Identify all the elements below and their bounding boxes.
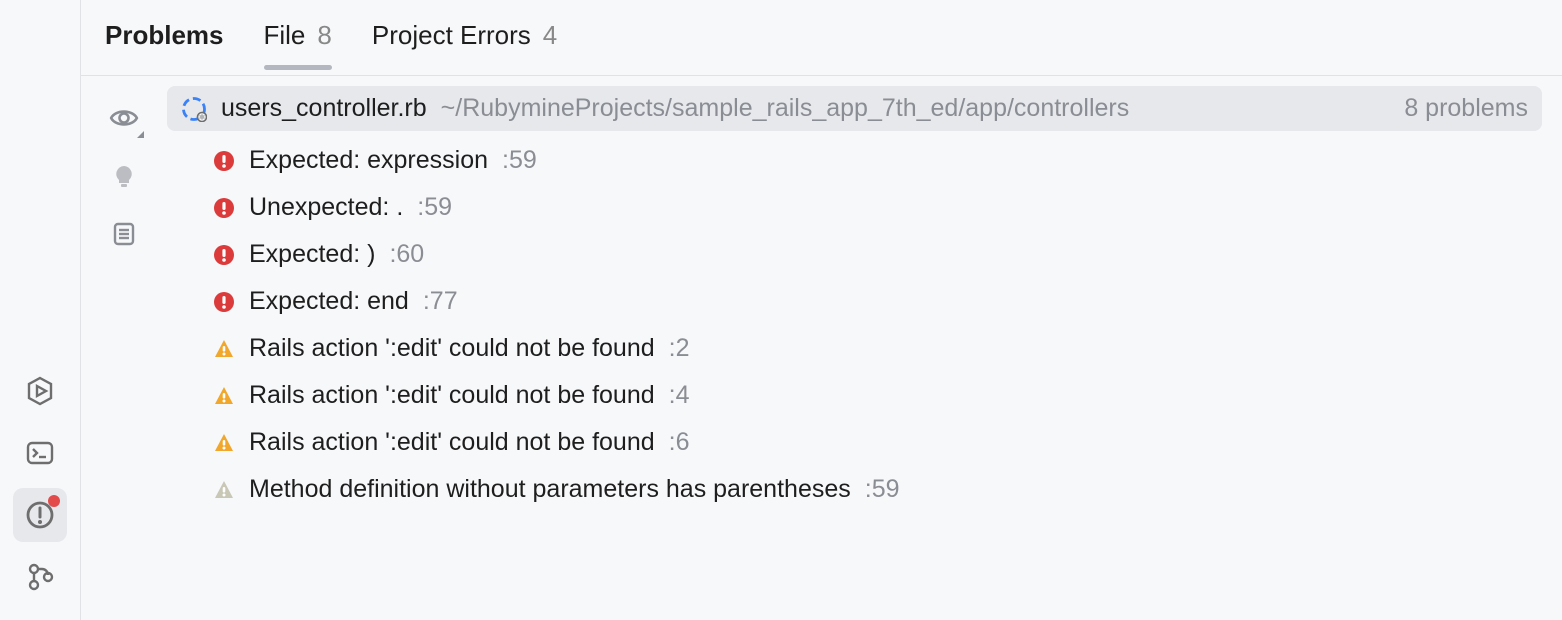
file-path: ~/RubymineProjects/sample_rails_app_7th_… <box>441 94 1391 123</box>
tool-window-strip <box>0 0 80 620</box>
issue-row[interactable]: Unexpected: . :59 <box>213 184 1542 231</box>
issue-row[interactable]: Expected: ) :60 <box>213 231 1542 278</box>
problems-tool-window: Problems File 8 Project Errors 4 <box>0 0 1562 620</box>
file-name: users_controller.rb <box>221 94 427 123</box>
tab-project-errors-label: Project Errors <box>372 20 531 51</box>
issue-row[interactable]: Rails action ':edit' could not be found … <box>213 325 1542 372</box>
issue-row[interactable]: Expected: expression :59 <box>213 137 1542 184</box>
issue-location: :2 <box>669 336 690 361</box>
terminal-tool-button[interactable] <box>13 426 67 480</box>
run-tool-button[interactable] <box>13 364 67 418</box>
issue-row[interactable]: Rails action ':edit' could not be found … <box>213 372 1542 419</box>
issue-location: :59 <box>502 148 537 173</box>
tab-problems[interactable]: Problems <box>105 20 224 69</box>
error-icon <box>213 291 235 313</box>
vcs-tool-button[interactable] <box>13 550 67 604</box>
issue-text: Rails action ':edit' could not be found <box>249 336 655 361</box>
tab-file-count: 8 <box>317 20 331 51</box>
terminal-icon <box>24 437 56 469</box>
issue-row[interactable]: Method definition without parameters has… <box>213 466 1542 513</box>
problems-side-toolbar <box>81 86 167 620</box>
issue-text: Method definition without parameters has… <box>249 477 851 502</box>
problems-tool-button[interactable] <box>13 488 67 542</box>
issue-list: Expected: expression :59 Unexpected: . :… <box>167 137 1542 513</box>
issue-text: Unexpected: . <box>249 195 403 220</box>
issue-text: Rails action ':edit' could not be found <box>249 383 655 408</box>
issue-text: Expected: end <box>249 289 409 314</box>
run-hex-icon <box>24 375 56 407</box>
issue-location: :60 <box>389 242 424 267</box>
vcs-icon <box>24 561 56 593</box>
warning-icon <box>213 432 235 454</box>
problems-panel: Problems File 8 Project Errors 4 <box>81 0 1562 620</box>
issue-text: Rails action ':edit' could not be found <box>249 430 655 455</box>
ruby-config-file-icon <box>181 96 207 122</box>
bulb-icon <box>110 162 138 190</box>
issue-location: :59 <box>417 195 452 220</box>
error-icon <box>213 197 235 219</box>
tab-project-errors-count: 4 <box>543 20 557 51</box>
structure-view-button[interactable] <box>102 212 146 256</box>
eye-icon <box>109 103 139 133</box>
dropdown-marker <box>137 131 144 138</box>
issue-row[interactable]: Expected: end :77 <box>213 278 1542 325</box>
issue-text: Expected: ) <box>249 242 375 267</box>
file-problem-count: 8 problems <box>1404 94 1528 123</box>
issue-location: :77 <box>423 289 458 314</box>
structure-icon <box>110 220 138 248</box>
intention-bulb-button[interactable] <box>102 154 146 198</box>
issue-location: :59 <box>865 477 900 502</box>
tab-file[interactable]: File 8 <box>264 20 332 69</box>
file-group-header[interactable]: users_controller.rb ~/RubymineProjects/s… <box>167 86 1542 131</box>
highlight-mode-button[interactable] <box>102 96 146 140</box>
issue-text: Expected: expression <box>249 148 488 173</box>
issue-location: :6 <box>669 430 690 455</box>
tab-file-label: File <box>264 20 306 51</box>
issue-location: :4 <box>669 383 690 408</box>
warning-icon <box>213 385 235 407</box>
issue-row[interactable]: Rails action ':edit' could not be found … <box>213 419 1542 466</box>
problems-content: users_controller.rb ~/RubymineProjects/s… <box>167 86 1562 620</box>
error-icon <box>213 150 235 172</box>
tab-project-errors[interactable]: Project Errors 4 <box>372 20 557 69</box>
error-indicator-dot <box>48 495 60 507</box>
tab-problems-label: Problems <box>105 20 224 51</box>
warning-icon <box>213 338 235 360</box>
weak-warning-icon <box>213 479 235 501</box>
error-icon <box>213 244 235 266</box>
tool-window-strip-bottom <box>13 360 67 608</box>
problems-body: users_controller.rb ~/RubymineProjects/s… <box>81 76 1562 620</box>
problems-tabs: Problems File 8 Project Errors 4 <box>81 0 1562 76</box>
